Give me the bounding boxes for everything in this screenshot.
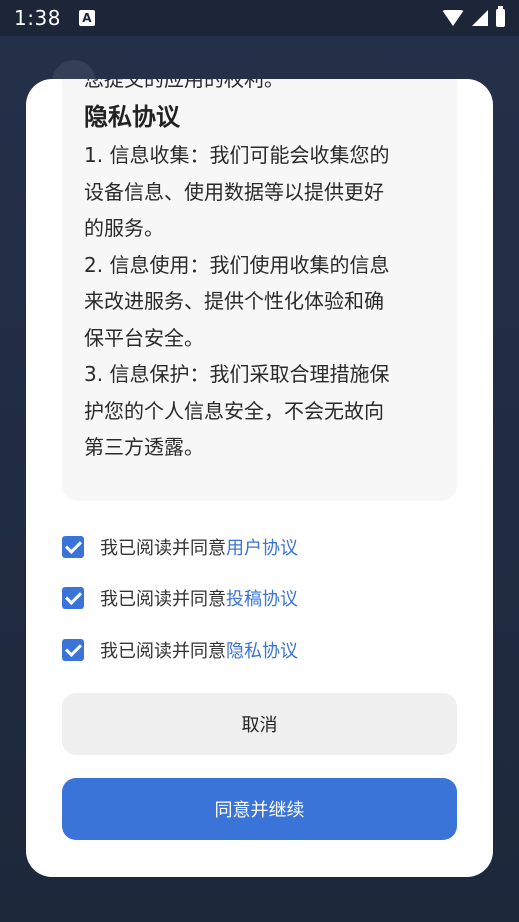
agree-prefix: 我已阅读并同意 [100, 641, 226, 662]
status-icons [442, 6, 505, 27]
cancel-button[interactable]: 取消 [62, 693, 457, 755]
text-line: 设备信息、使用数据等以提供更好 [84, 179, 384, 204]
privacy-agreement-link[interactable]: 隐私协议 [226, 641, 298, 662]
user-agreement-checkbox[interactable] [62, 536, 84, 558]
text-line: 2. 信息使用：我们使用收集的信息 [84, 252, 390, 277]
agree-prefix: 我已阅读并同意 [100, 538, 226, 559]
status-time: 1:38 [14, 6, 61, 30]
agreement-content: 您提交的应用的权利。 隐私协议 1. 信息收集：我们可能会收集您的 设备信息、使… [84, 79, 436, 466]
agree-label: 我已阅读并同意投稿协议 [100, 585, 298, 611]
agree-row-user[interactable]: 我已阅读并同意用户协议 [62, 534, 298, 560]
submission-agreement-link[interactable]: 投稿协议 [226, 589, 298, 610]
text-line: 来改进服务、提供个性化体验和确 [84, 289, 384, 313]
privacy-item-collection: 1. 信息收集：我们可能会收集您的 设备信息、使用数据等以提供更好 的服务。 [84, 137, 436, 247]
battery-icon [496, 6, 505, 27]
privacy-agreement-checkbox[interactable] [62, 639, 84, 661]
agreement-dialog: 您提交的应用的权利。 隐私协议 1. 信息收集：我们可能会收集您的 设备信息、使… [26, 79, 493, 877]
app-notification-icon: A [78, 10, 95, 26]
agree-label: 我已阅读并同意用户协议 [100, 534, 298, 560]
text-line: 保平台安全。 [84, 325, 204, 350]
submission-agreement-checkbox[interactable] [62, 587, 84, 609]
agreement-scroll-area[interactable]: 您提交的应用的权利。 隐私协议 1. 信息收集：我们可能会收集您的 设备信息、使… [62, 79, 457, 501]
signal-icon [472, 10, 488, 26]
text-line: 1. 信息收集：我们可能会收集您的 [84, 143, 390, 167]
agree-prefix: 我已阅读并同意 [100, 589, 226, 610]
text-line: 第三方透露。 [84, 435, 204, 459]
text-line: 的服务。 [84, 216, 164, 240]
privacy-section-title: 隐私协议 [84, 103, 180, 131]
privacy-item-usage: 2. 信息使用：我们使用收集的信息 来改进服务、提供个性化体验和确 保平台安全。 [84, 247, 436, 357]
previous-section-tail: 您提交的应用的权利。 [84, 79, 284, 91]
text-line: 3. 信息保护：我们采取合理措施保 [84, 362, 390, 386]
text-line: 护您的个人信息安全，不会无故向 [84, 398, 384, 423]
status-bar: 1:38 A [0, 0, 519, 36]
agree-row-submission[interactable]: 我已阅读并同意投稿协议 [62, 585, 298, 611]
agree-row-privacy[interactable]: 我已阅读并同意隐私协议 [62, 637, 298, 663]
wifi-icon [442, 10, 464, 26]
agree-label: 我已阅读并同意隐私协议 [100, 637, 298, 663]
user-agreement-link[interactable]: 用户协议 [226, 538, 298, 559]
agree-continue-button[interactable]: 同意并继续 [62, 778, 457, 840]
privacy-item-protection: 3. 信息保护：我们采取合理措施保 护您的个人信息安全，不会无故向 第三方透露。 [84, 356, 436, 466]
